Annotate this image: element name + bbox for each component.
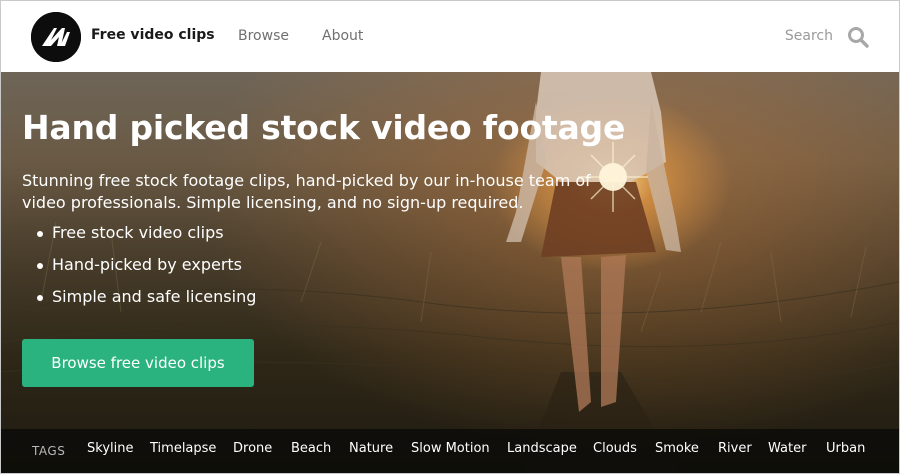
tag-water[interactable]: Water — [768, 441, 806, 456]
tag-landscape[interactable]: Landscape — [507, 441, 577, 456]
brand-name[interactable]: Free video clips — [91, 27, 215, 43]
m-logo-icon — [31, 12, 81, 62]
hero-section: Hand picked stock video footage Stunning… — [1, 72, 899, 473]
nav-about-link[interactable]: About — [322, 28, 363, 44]
tag-timelapse[interactable]: Timelapse — [150, 441, 216, 456]
search-input[interactable] — [755, 23, 833, 49]
feature-list: Free stock video clips Hand-picked by ex… — [35, 222, 256, 318]
hero-title: Hand picked stock video footage — [22, 108, 626, 147]
tag-smoke[interactable]: Smoke — [655, 441, 699, 456]
feature-item: Free stock video clips — [35, 222, 256, 254]
feature-item: Hand-picked by experts — [35, 254, 256, 286]
tag-nature[interactable]: Nature — [349, 441, 393, 456]
browse-clips-button[interactable]: Browse free video clips — [22, 339, 254, 387]
tags-label: TAGS — [32, 444, 66, 458]
tag-urban[interactable]: Urban — [826, 441, 865, 456]
tag-slow-motion[interactable]: Slow Motion — [411, 441, 490, 456]
site-logo[interactable] — [31, 12, 81, 62]
search-icon[interactable] — [847, 26, 871, 48]
tag-drone[interactable]: Drone — [233, 441, 272, 456]
page-frame: Free video clips Browse About Search Han… — [0, 0, 900, 474]
tags-bar: TAGS Skyline Timelapse Drone Beach Natur… — [1, 429, 899, 473]
hero-description: Stunning free stock footage clips, hand-… — [22, 171, 591, 212]
feature-item: Simple and safe licensing — [35, 286, 256, 318]
nav-browse-link[interactable]: Browse — [238, 28, 289, 44]
tag-clouds[interactable]: Clouds — [593, 441, 637, 456]
tag-beach[interactable]: Beach — [291, 441, 331, 456]
tag-river[interactable]: River — [718, 441, 752, 456]
tag-skyline[interactable]: Skyline — [87, 441, 133, 456]
site-header: Free video clips Browse About — [1, 1, 899, 72]
